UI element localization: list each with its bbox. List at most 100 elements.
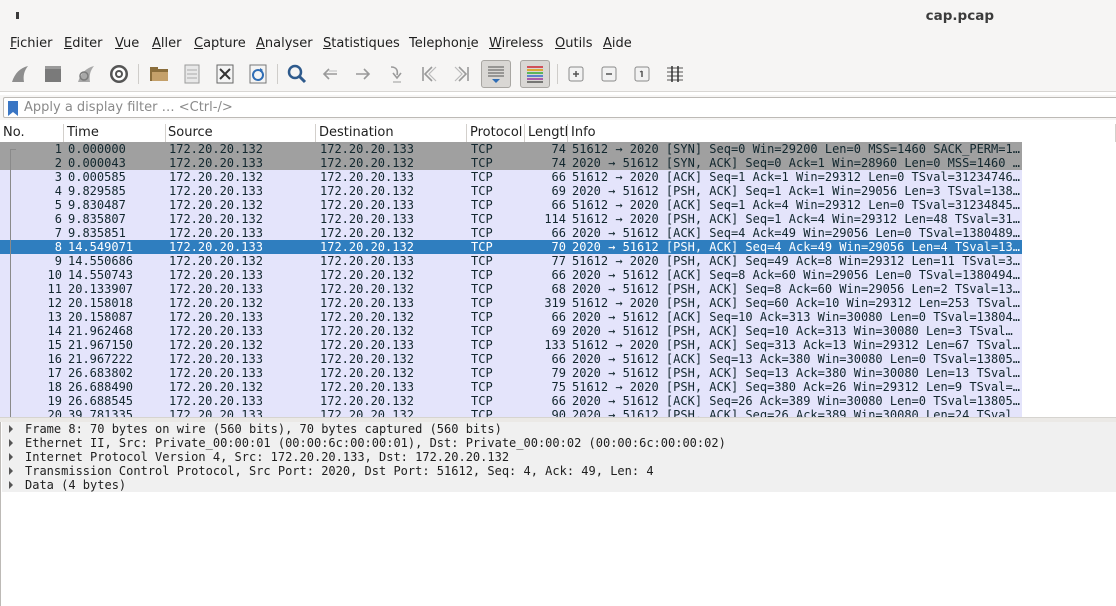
details-tree-label: Ethernet II, Src: Private_00:00:01 (00:0… [25, 436, 726, 450]
packet-cell-len: 74 [551, 156, 566, 170]
column-header-protocol[interactable]: Protocol [467, 124, 525, 142]
packet-cell-src: 172.20.20.133 [169, 394, 263, 408]
folder-open-icon[interactable] [145, 60, 173, 88]
menu-item-editer[interactable]: Editer [64, 35, 103, 53]
column-header-source[interactable]: Source [165, 124, 316, 142]
menu-item-capture[interactable]: Capture [194, 35, 246, 53]
zoom-out-icon[interactable] [595, 60, 623, 88]
packet-row[interactable]: 11 20.133907 172.20.20.133 172.20.20.132 TCP… [0, 282, 1022, 296]
toolbar-separator [557, 64, 558, 84]
packet-row[interactable]: 16 21.967222 172.20.20.133 172.20.20.132 TCP… [0, 352, 1022, 366]
packet-row[interactable]: 1 0.000000 172.20.20.132 172.20.20.133 TCP 74… [0, 142, 1022, 156]
menu-item-aide[interactable]: Aide [603, 35, 632, 53]
last-packet-icon[interactable] [448, 60, 476, 88]
packet-cell-time: 26.688490 [68, 380, 134, 394]
go-forward-icon[interactable] [349, 60, 377, 88]
file-save-icon[interactable] [178, 60, 206, 88]
packet-cell-proto: TCP [471, 226, 493, 240]
packet-list[interactable]: No.TimeSourceDestinationProtocolLengthIn… [0, 122, 1116, 417]
menu-item-vue[interactable]: Vue [115, 35, 139, 53]
shark-fin-start-icon[interactable] [6, 60, 34, 88]
packet-cell-src: 172.20.20.133 [169, 352, 263, 366]
reload-icon[interactable] [244, 60, 272, 88]
packet-row[interactable]: 10 14.550743 172.20.20.133 172.20.20.132 TCP… [0, 268, 1022, 282]
packet-row[interactable]: 8 14.549071 172.20.20.133 172.20.20.132 TCP 7… [0, 240, 1022, 254]
stop-square-icon[interactable] [39, 60, 67, 88]
menu-item-wireless[interactable]: Wireless [489, 35, 543, 53]
details-tree-item[interactable]: Ethernet II, Src: Private_00:00:01 (00:0… [1, 436, 1116, 450]
details-tree-item[interactable]: Frame 8: 70 bytes on wire (560 bits), 70… [1, 422, 1116, 436]
packet-cell-dst: 172.20.20.133 [320, 212, 414, 226]
packet-cell-info: 51612 → 2020 [ACK] Seq=1 Ack=1 Win=29312… [572, 170, 1020, 184]
packet-row[interactable]: 6 9.835807 172.20.20.132 172.20.20.133 TCP 11… [0, 212, 1022, 226]
column-header-destination[interactable]: Destination [316, 124, 467, 142]
packet-cell-len: 90 [551, 408, 566, 417]
packet-cell-len: 75 [551, 380, 566, 394]
menu-item-statistiques[interactable]: Statistiques [323, 35, 400, 53]
packet-cell-info: 51612 → 2020 [PSH, ACK] Seq=60 Ack=10 Wi… [572, 296, 1020, 310]
resize-columns-icon[interactable] [661, 60, 689, 88]
file-close-icon[interactable] [211, 60, 239, 88]
packet-cell-info: 2020 → 51612 [ACK] Seq=4 Ack=49 Win=2905… [572, 226, 1020, 240]
packet-row[interactable]: 7 9.835851 172.20.20.133 172.20.20.132 TCP 66… [0, 226, 1022, 240]
packet-row[interactable]: 14 21.962468 172.20.20.133 172.20.20.132 TCP… [0, 324, 1022, 338]
packet-cell-len: 70 [551, 240, 566, 254]
details-tree-item[interactable]: Data (4 bytes) [1, 478, 1116, 492]
packet-row[interactable]: 4 9.829585 172.20.20.133 172.20.20.132 TCP 69… [0, 184, 1022, 198]
column-header-time[interactable]: Time [64, 124, 166, 142]
packet-row[interactable]: 13 20.158087 172.20.20.133 172.20.20.132 TCP… [0, 310, 1022, 324]
menu-item-aller[interactable]: Aller [152, 35, 181, 53]
packet-cell-time: 9.830487 [68, 198, 126, 212]
packet-row[interactable]: 19 26.688545 172.20.20.133 172.20.20.132 TCP… [0, 394, 1022, 408]
packet-row[interactable]: 2 0.000043 172.20.20.133 172.20.20.132 TCP 74… [0, 156, 1022, 170]
packet-row[interactable]: 17 26.683802 172.20.20.133 172.20.20.132 TCP… [0, 366, 1022, 380]
autoscroll-icon[interactable] [481, 60, 511, 88]
packet-row[interactable]: 12 20.158018 172.20.20.132 172.20.20.133 TCP… [0, 296, 1022, 310]
expand-arrow-icon[interactable] [9, 425, 13, 433]
menu-item-fichier[interactable]: Fichier [10, 35, 53, 53]
packet-cell-len: 133 [544, 338, 566, 352]
packet-cell-time: 20.158087 [68, 310, 134, 324]
packet-row[interactable]: 20 39.781335 172.20.20.133 172.20.20.132 TCP… [0, 408, 1022, 417]
packet-cell-src: 172.20.20.133 [169, 268, 263, 282]
packet-cell-src: 172.20.20.133 [169, 408, 263, 417]
expand-arrow-icon[interactable] [9, 467, 13, 475]
packet-row[interactable]: 15 21.967150 172.20.20.132 172.20.20.133 TCP… [0, 338, 1022, 352]
colorize-icon[interactable] [520, 60, 550, 88]
shark-fin-restart-icon[interactable] [72, 60, 100, 88]
packet-row[interactable]: 18 26.688490 172.20.20.132 172.20.20.133 TCP… [0, 380, 1022, 394]
expand-arrow-icon[interactable] [9, 453, 13, 461]
zoom-normal-icon[interactable] [628, 60, 656, 88]
packet-cell-time: 0.000585 [68, 170, 126, 184]
packet-cell-time: 0.000043 [68, 156, 126, 170]
packet-row[interactable]: 9 14.550686 172.20.20.132 172.20.20.133 TCP 7… [0, 254, 1022, 268]
menu-item-telephonie[interactable]: Telephonie [409, 35, 479, 53]
zoom-in-icon[interactable] [562, 60, 590, 88]
column-header-no[interactable]: No. [0, 124, 64, 142]
packet-row[interactable]: 5 9.830487 172.20.20.132 172.20.20.133 TCP 66… [0, 198, 1022, 212]
column-header-info[interactable]: Info [568, 124, 1116, 142]
packet-row[interactable]: 3 0.000585 172.20.20.132 172.20.20.133 TCP 66… [0, 170, 1022, 184]
packet-cell-info: 2020 → 51612 [ACK] Seq=13 Ack=380 Win=30… [572, 352, 1020, 366]
packet-details-pane[interactable]: Frame 8: 70 bytes on wire (560 bits), 70… [0, 422, 1116, 606]
packet-cell-info: 2020 → 51612 [PSH, ACK] Seq=1 Ack=1 Win=… [572, 184, 1020, 198]
expand-arrow-icon[interactable] [9, 481, 13, 489]
menu-item-outils[interactable]: Outils [555, 35, 593, 53]
details-tree-item[interactable]: Transmission Control Protocol, Src Port:… [1, 464, 1116, 478]
packet-cell-proto: TCP [471, 408, 493, 417]
menu-item-analyser[interactable]: Analyser [256, 35, 313, 53]
bookmark-icon[interactable] [8, 101, 18, 116]
first-packet-icon[interactable] [415, 60, 443, 88]
gear-options-icon[interactable] [105, 60, 133, 88]
column-header-length[interactable]: Length [525, 124, 568, 142]
display-filter-input[interactable] [24, 99, 1104, 116]
magnifier-find-icon[interactable] [283, 60, 311, 88]
display-filter-field[interactable] [3, 97, 1116, 118]
packet-cell-time: 14.549071 [68, 240, 134, 254]
go-back-icon[interactable] [316, 60, 344, 88]
packet-cell-src: 172.20.20.133 [169, 366, 263, 380]
details-tree-item[interactable]: Internet Protocol Version 4, Src: 172.20… [1, 450, 1116, 464]
expand-arrow-icon[interactable] [9, 439, 13, 447]
go-to-packet-icon[interactable] [382, 60, 410, 88]
packet-cell-time: 9.829585 [68, 184, 126, 198]
